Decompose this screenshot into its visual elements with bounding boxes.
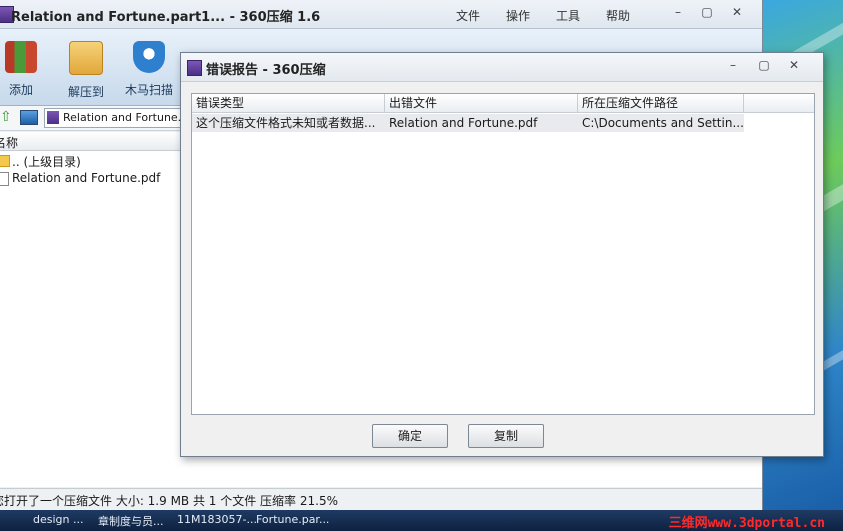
up-arrow-icon[interactable]: ⇧	[0, 109, 12, 125]
list-item-name: Relation and Fortune.pdf	[12, 171, 161, 185]
pdf-file-icon	[0, 172, 9, 186]
add-button[interactable]: 添加	[0, 41, 49, 98]
menu-tools[interactable]: 工具	[556, 7, 580, 24]
column-header-filler	[744, 94, 814, 113]
menu-file[interactable]: 文件	[456, 7, 480, 24]
extract-to-button[interactable]: 解压到	[58, 41, 114, 100]
extract-folder-icon	[69, 41, 103, 75]
taskbar-item-regulations[interactable]: 章制度与员...	[98, 513, 164, 529]
dialog-title: 错误报告 - 360压缩	[206, 63, 326, 78]
address-input[interactable]: Relation and Fortune.pa	[44, 108, 195, 128]
dialog-title-bar: 错误报告 - 360压缩 – ▢ ✕	[181, 53, 823, 82]
dialog-maximize-button[interactable]: ▢	[754, 58, 774, 74]
taskbar: design ... 章制度与员... 11M183057-... Fortun…	[0, 510, 843, 531]
trojan-scan-label: 木马扫描	[124, 83, 173, 97]
window-title: Relation and Fortune.part1... - 360压缩 1.…	[11, 10, 321, 25]
folder-up-icon	[0, 155, 10, 167]
shield-scan-icon	[133, 41, 165, 73]
status-text: 您打开了一个压缩文件 大小: 1.9 MB 共 1 个文件 压缩率 21.5%	[0, 494, 338, 508]
column-header-error-type[interactable]: 错误类型	[192, 94, 385, 113]
dialog-minimize-button[interactable]: –	[723, 58, 743, 74]
extract-to-label: 解压到	[67, 85, 104, 99]
list-item-name: .. (上级目录)	[12, 155, 81, 169]
error-table: 错误类型 出错文件 所在压缩文件路径 这个压缩文件格式未知或者数据... Rel…	[191, 93, 815, 415]
menu-help[interactable]: 帮助	[606, 7, 630, 24]
maximize-button[interactable]: ▢	[697, 5, 717, 21]
trojan-scan-button[interactable]: 木马扫描	[121, 41, 177, 98]
app-icon	[187, 60, 202, 76]
error-report-dialog: 错误报告 - 360压缩 – ▢ ✕ 错误类型 出错文件 所在压缩文件路径 这个…	[180, 52, 824, 457]
cell-error-type: 这个压缩文件格式未知或者数据...	[192, 114, 385, 132]
site-watermark: 三维网www.3dportal.cn	[668, 516, 825, 531]
taskbar-item-11m[interactable]: 11M183057-...	[177, 513, 257, 526]
monitor-icon[interactable]	[20, 110, 38, 125]
ok-button[interactable]: 确定	[372, 424, 448, 448]
address-path: Relation and Fortune.pa	[63, 111, 195, 124]
add-label: 添加	[8, 83, 33, 97]
archive-icon	[47, 111, 59, 124]
taskbar-item-design[interactable]: design ...	[33, 513, 83, 526]
cell-archive-path: C:\Documents and Settin...	[578, 114, 744, 132]
close-button[interactable]: ✕	[727, 5, 747, 21]
add-archive-icon	[5, 41, 37, 73]
minimize-button[interactable]: –	[668, 5, 688, 21]
menu-operation[interactable]: 操作	[506, 7, 530, 24]
name-column-label: 名称	[0, 136, 19, 150]
dialog-close-button[interactable]: ✕	[784, 58, 804, 74]
cell-error-file: Relation and Fortune.pdf	[385, 114, 578, 132]
column-header-archive-path[interactable]: 所在压缩文件路径	[578, 94, 744, 113]
column-header-error-file[interactable]: 出错文件	[385, 94, 578, 113]
status-bar: 您打开了一个压缩文件 大小: 1.9 MB 共 1 个文件 压缩率 21.5%	[0, 488, 762, 510]
title-bar: Relation and Fortune.part1... - 360压缩 1.…	[0, 0, 762, 29]
copy-button[interactable]: 复制	[468, 424, 544, 448]
taskbar-item-fortune[interactable]: Fortune.par...	[256, 513, 329, 526]
